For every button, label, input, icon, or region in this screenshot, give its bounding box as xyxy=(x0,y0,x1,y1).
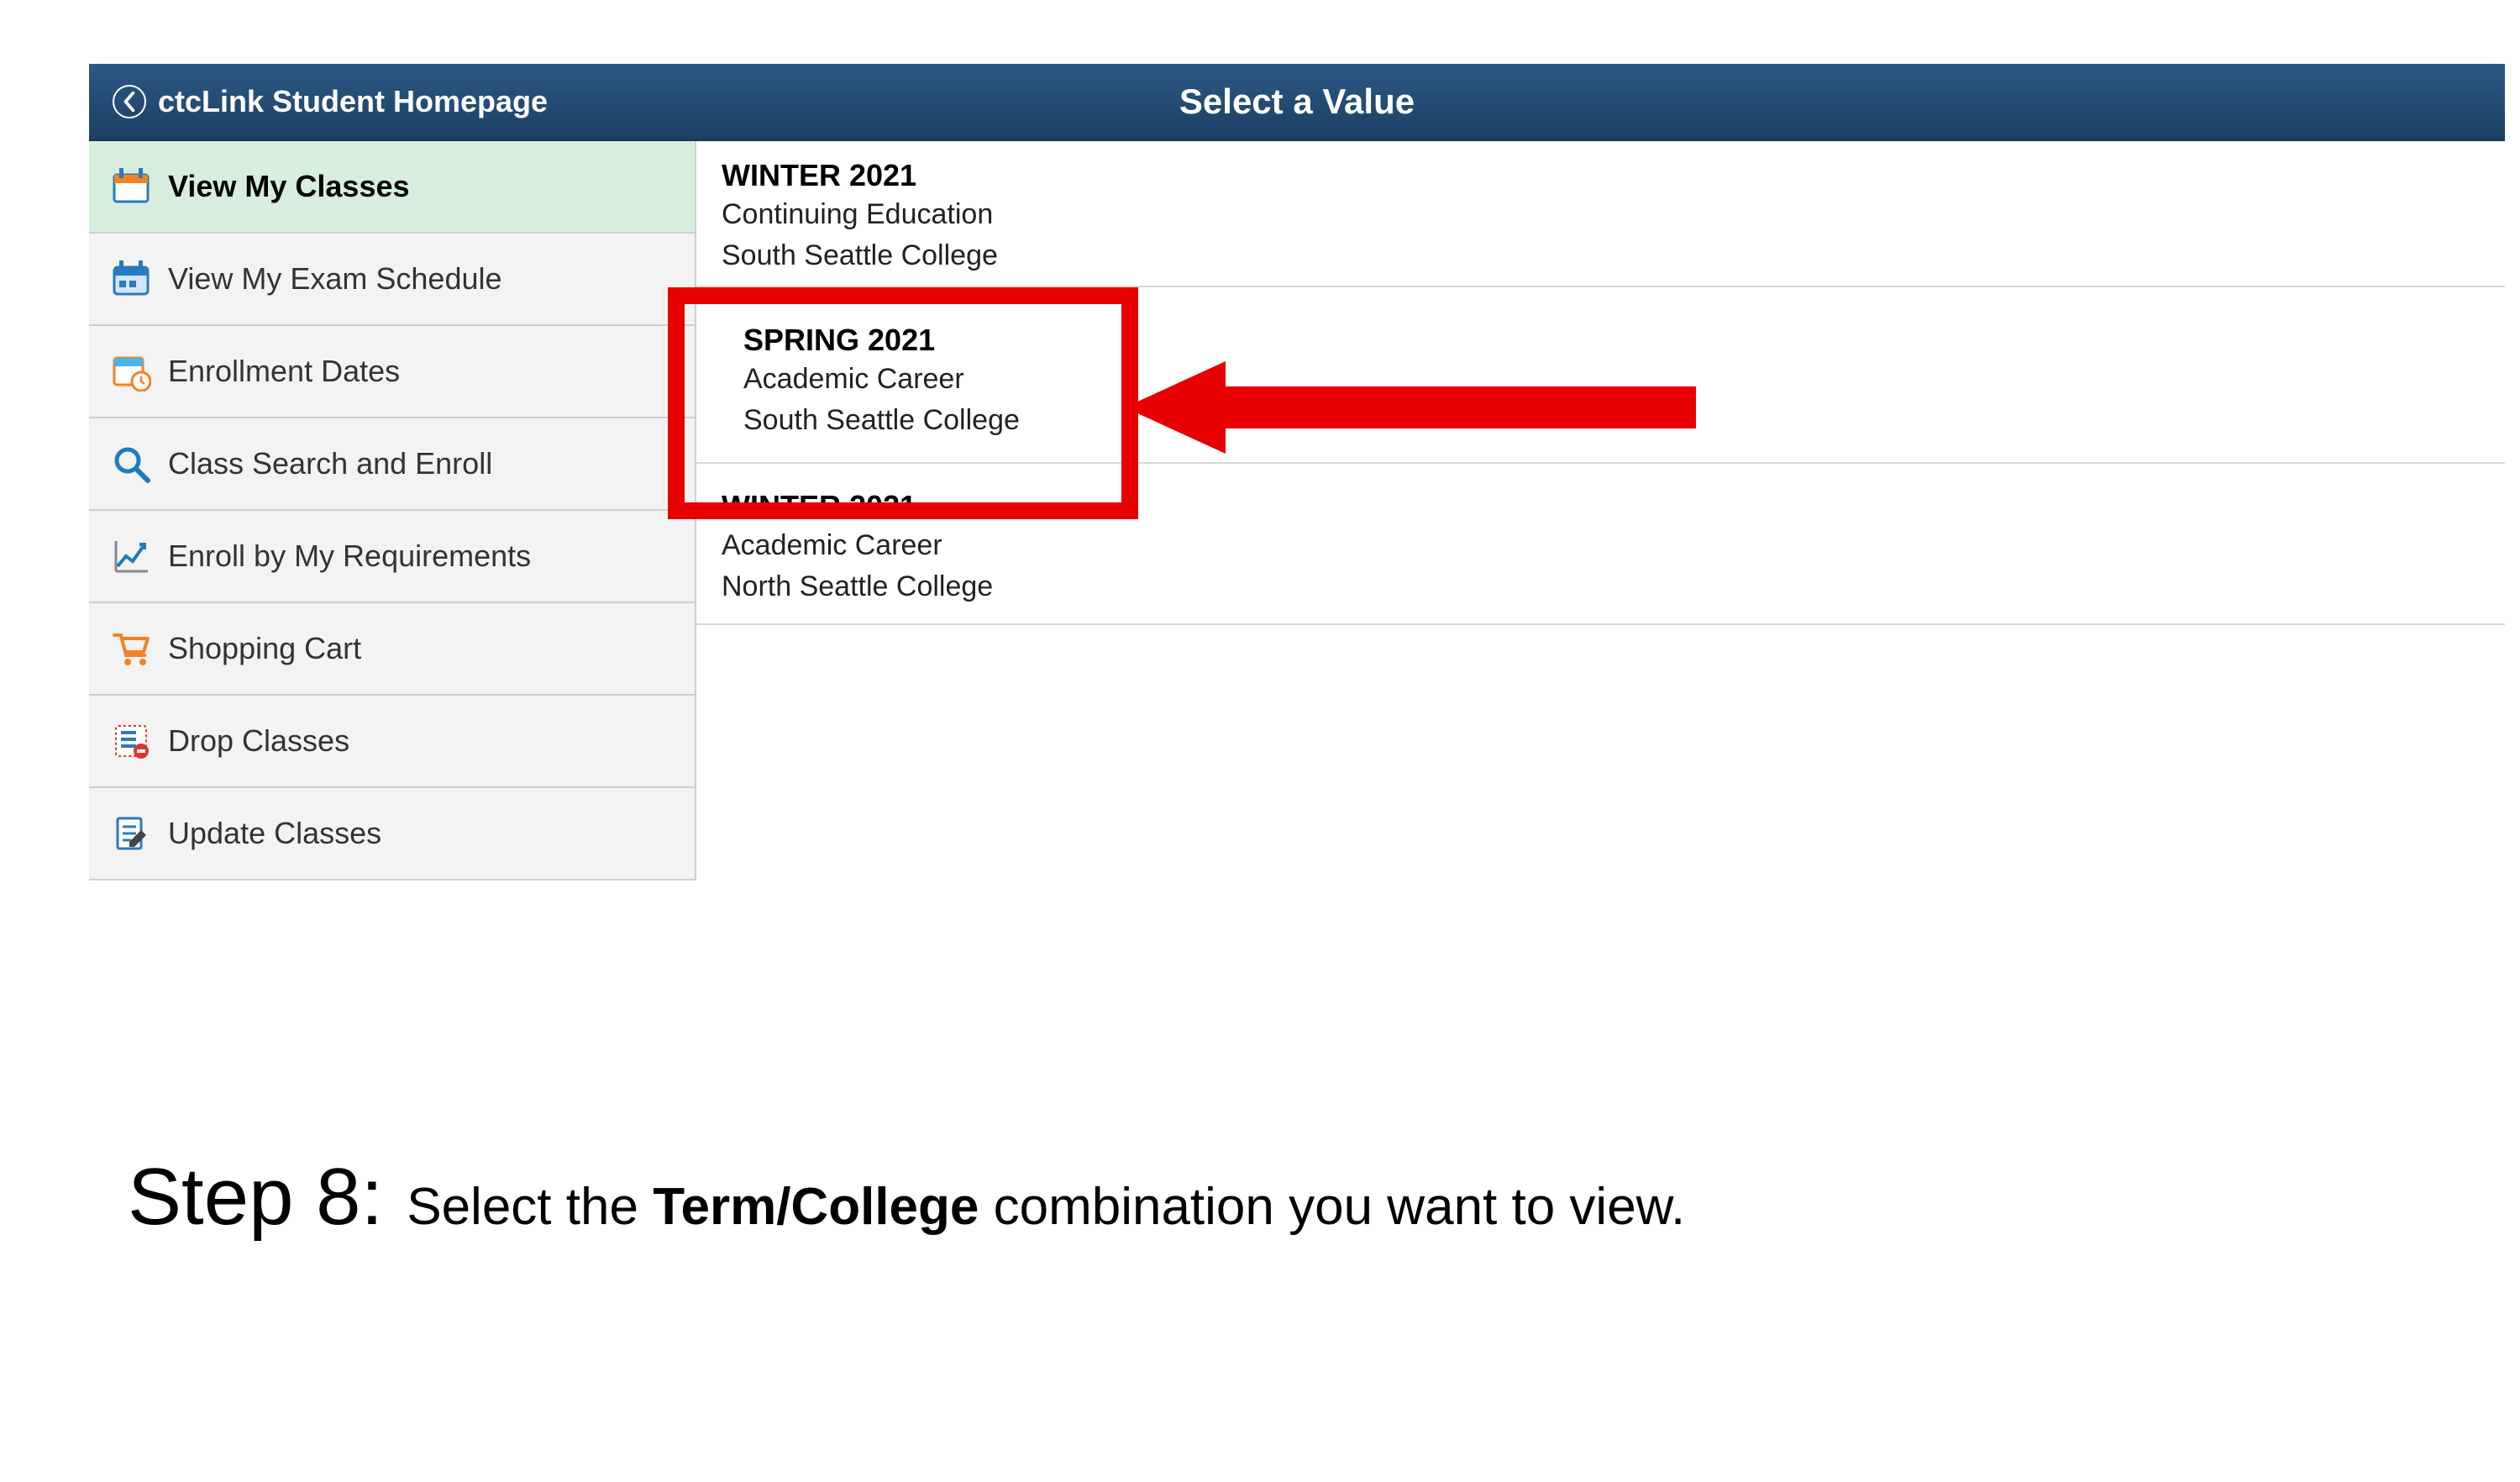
value-term: SPRING 2021 xyxy=(743,323,2480,358)
sidebar-item-enrollment-dates[interactable]: Enrollment Dates xyxy=(89,326,696,418)
clock-calendar-icon xyxy=(111,351,151,392)
sidebar-item-label: View My Classes xyxy=(168,169,410,204)
calendar-icon xyxy=(111,166,151,207)
sidebar-item-drop-classes[interactable]: Drop Classes xyxy=(89,696,696,788)
value-item[interactable]: WINTER 2021 Continuing Education South S… xyxy=(696,141,2505,287)
chart-line-icon xyxy=(111,536,151,576)
value-career: Academic Career xyxy=(722,529,2480,562)
sidebar-item-label: Enrollment Dates xyxy=(168,354,400,389)
sidebar-item-view-my-classes[interactable]: View My Classes xyxy=(89,141,696,234)
value-item[interactable]: WINTER 2021 Academic Career North Seattl… xyxy=(696,464,2505,625)
value-term: WINTER 2021 xyxy=(722,489,2480,524)
cart-icon xyxy=(111,628,151,669)
sidebar-item-class-search-and-enroll[interactable]: Class Search and Enroll xyxy=(89,418,696,511)
value-item-highlighted[interactable]: SPRING 2021 Academic Career South Seattl… xyxy=(696,287,2505,464)
sidebar-item-label: Enroll by My Requirements xyxy=(168,539,531,574)
step-text: Select the Term/College combination you … xyxy=(407,1177,1685,1237)
value-career: Continuing Education xyxy=(722,198,2480,231)
instruction-caption: Step 8: Select the Term/College combinat… xyxy=(128,1151,1685,1243)
value-career: Academic Career xyxy=(743,363,2480,396)
sidebar-item-label: Update Classes xyxy=(168,816,381,851)
value-term: WINTER 2021 xyxy=(722,158,2480,193)
value-college: South Seattle College xyxy=(722,239,2480,272)
list-remove-icon xyxy=(111,721,151,761)
back-label: ctcLink Student Homepage xyxy=(158,84,548,119)
value-list: WINTER 2021 Continuing Education South S… xyxy=(696,141,2505,880)
sidebar-item-label: Class Search and Enroll xyxy=(168,446,492,481)
back-button[interactable]: ctcLink Student Homepage xyxy=(89,64,548,139)
search-icon xyxy=(111,444,151,484)
sidebar: View My Classes View My Exam Schedule En… xyxy=(89,141,696,880)
value-college: South Seattle College xyxy=(743,404,2480,437)
sidebar-item-update-classes[interactable]: Update Classes xyxy=(89,788,696,880)
sidebar-item-label: Shopping Cart xyxy=(168,631,361,666)
chevron-left-icon xyxy=(113,85,146,118)
value-college: North Seattle College xyxy=(722,570,2480,603)
sidebar-item-view-my-exam-schedule[interactable]: View My Exam Schedule xyxy=(89,234,696,326)
step-number: Step 8: xyxy=(128,1151,383,1243)
edit-doc-icon xyxy=(111,813,151,854)
sidebar-item-label: View My Exam Schedule xyxy=(168,261,502,297)
sidebar-item-enroll-by-my-requirements[interactable]: Enroll by My Requirements xyxy=(89,511,696,603)
sidebar-item-shopping-cart[interactable]: Shopping Cart xyxy=(89,603,696,696)
sidebar-item-label: Drop Classes xyxy=(168,723,349,759)
header-bar: ctcLink Student Homepage Select a Value xyxy=(89,64,2505,141)
schedule-icon xyxy=(111,259,151,299)
